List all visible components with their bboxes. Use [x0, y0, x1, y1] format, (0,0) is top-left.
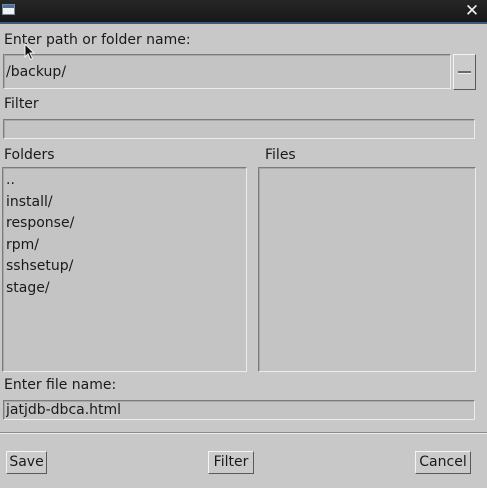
path-input[interactable]	[3, 54, 451, 89]
dropdown-icon	[458, 71, 471, 74]
list-item[interactable]: install/	[3, 192, 246, 214]
list-item[interactable]: response/	[3, 213, 246, 235]
filter-label: Filter	[4, 96, 39, 112]
list-item[interactable]: stage/	[3, 278, 246, 300]
window-icon	[2, 4, 15, 15]
title-bar[interactable]: ✕	[0, 0, 487, 24]
list-item[interactable]: ..	[3, 170, 246, 192]
list-item[interactable]: rpm/	[3, 235, 246, 257]
filename-label: Enter file name:	[4, 377, 117, 393]
file-dialog-window: ✕ Enter path or folder name: Filter Fold…	[0, 0, 487, 488]
close-icon[interactable]: ✕	[463, 1, 481, 21]
cancel-button[interactable]: Cancel	[415, 451, 471, 474]
mouse-pointer-icon	[24, 43, 36, 61]
folders-label: Folders	[4, 147, 55, 163]
files-label: Files	[265, 147, 296, 163]
list-item[interactable]: sshsetup/	[3, 256, 246, 278]
filter-input[interactable]	[3, 119, 475, 139]
filename-input[interactable]	[3, 400, 475, 420]
save-button[interactable]: Save	[6, 451, 47, 474]
files-list[interactable]	[258, 167, 476, 372]
folders-list[interactable]: .. install/ response/ rpm/ sshsetup/ sta…	[2, 167, 247, 372]
filter-button[interactable]: Filter	[208, 451, 254, 474]
divider	[0, 432, 487, 434]
path-history-button[interactable]	[453, 54, 476, 90]
